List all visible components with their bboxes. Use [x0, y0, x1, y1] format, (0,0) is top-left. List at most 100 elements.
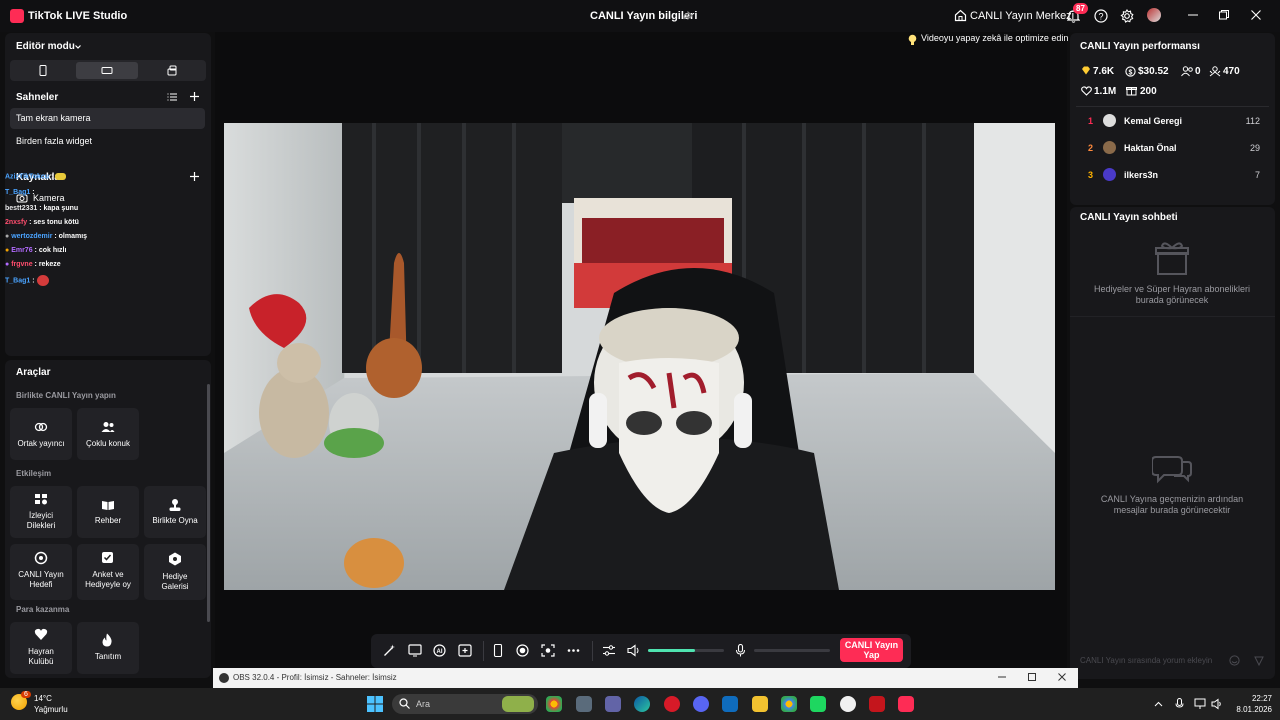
rank-number: 2 — [1088, 143, 1094, 153]
microphone-icon[interactable] — [735, 644, 746, 657]
link-icon — [34, 421, 48, 433]
share-arrow-icon[interactable] — [682, 10, 694, 22]
microphone-icon[interactable] — [1175, 698, 1184, 710]
tile-label: Rehber — [94, 516, 122, 525]
chat-input[interactable]: CANLI Yayın sırasında yorum ekleyin — [1080, 656, 1212, 665]
portrait-mode-button[interactable] — [12, 62, 74, 79]
divider — [592, 641, 593, 661]
tile-label: Kulübü — [28, 657, 54, 666]
help-icon[interactable]: ? — [1094, 9, 1108, 23]
chevron-up-icon[interactable] — [1154, 700, 1163, 709]
avatar[interactable] — [1103, 141, 1116, 154]
chat-overlay-line: AzizTikTokcu : — [5, 173, 67, 180]
chrome-icon[interactable] — [546, 696, 562, 712]
editor-mode-dropdown[interactable]: Editör modu — [16, 41, 75, 52]
opera-icon[interactable] — [664, 696, 680, 712]
sticker-icon — [55, 173, 67, 180]
earnings-stat: $30.52 — [1138, 66, 1169, 77]
gifter-name[interactable]: ilkers3n — [1124, 170, 1158, 180]
dollar-icon: $ — [1125, 66, 1136, 77]
temperature[interactable]: 14°C — [34, 694, 52, 703]
scrollbar[interactable] — [207, 384, 210, 622]
ai-optimize-link[interactable]: Videoyu yapay zekâ ile optimize edin — [921, 33, 1068, 43]
tile-label: CANLI Yayın — [18, 570, 64, 579]
more-icon[interactable] — [567, 644, 580, 657]
gifter-name[interactable]: Haktan Önal — [1124, 143, 1177, 153]
app-title: TikTok LIVE Studio — [28, 10, 128, 22]
obs-logo-icon — [219, 673, 229, 683]
camera-preview[interactable] — [224, 123, 1055, 590]
section-interaction: Etkileşim — [16, 469, 52, 478]
send-icon[interactable] — [1254, 656, 1264, 666]
cohost-tile[interactable] — [10, 408, 72, 460]
promote-tile[interactable] — [77, 622, 139, 674]
go-live-button[interactable]: CANLI Yayın Yap — [840, 638, 903, 662]
windows-start-icon[interactable] — [367, 696, 383, 712]
guide-tile[interactable] — [77, 486, 139, 538]
tile-label: Tanıtım — [94, 652, 122, 661]
mixer-icon[interactable] — [602, 644, 616, 657]
close-icon[interactable] — [1057, 672, 1067, 682]
clock-date[interactable]: 8.01.2026 — [1226, 705, 1272, 714]
scene-item-multi-widget[interactable]: Birden fazla widget — [16, 136, 92, 146]
add-scene-icon[interactable] — [189, 91, 200, 102]
close-icon[interactable] — [1250, 9, 1262, 21]
weather-condition[interactable]: Yağmurlu — [34, 705, 68, 714]
tile-label: Galerisi — [161, 582, 189, 591]
flame-icon — [101, 633, 113, 647]
avatar[interactable] — [1103, 168, 1116, 181]
source-item-camera[interactable]: Kamera — [33, 193, 65, 203]
volume-icon[interactable] — [627, 644, 641, 657]
youtube-icon[interactable] — [869, 696, 885, 712]
add-source-icon[interactable] — [189, 171, 200, 182]
emoji-icon[interactable] — [1229, 655, 1240, 666]
live-center-button[interactable]: CANLI Yayın Merkezi — [970, 10, 1074, 22]
network-icon[interactable] — [1194, 698, 1206, 710]
lightbulb-icon[interactable] — [908, 34, 917, 46]
chat-overlay-line: ● Emr76 : cok hızlı — [5, 247, 67, 254]
list-icon[interactable] — [167, 92, 178, 102]
landscape-mode-button[interactable] — [76, 62, 138, 79]
obs-icon[interactable] — [840, 696, 856, 712]
speaker-icon[interactable] — [1211, 698, 1223, 710]
home-icon[interactable] — [954, 9, 967, 22]
play-together-tile[interactable] — [144, 486, 206, 538]
maximize-icon[interactable] — [1027, 672, 1037, 682]
mail-icon[interactable] — [722, 696, 738, 712]
chrome-icon[interactable] — [781, 696, 797, 712]
gifter-value: 7 — [1254, 170, 1260, 180]
magic-wand-icon[interactable] — [383, 644, 396, 657]
edge-icon[interactable] — [634, 696, 650, 712]
folder-icon[interactable] — [752, 696, 768, 712]
microphone-slider[interactable] — [754, 649, 830, 652]
gift-empty-text: Hediyeler ve Süper Hayran abonelikleri b… — [1093, 284, 1251, 305]
maximize-icon[interactable] — [1218, 9, 1230, 21]
app-icon[interactable] — [810, 696, 826, 712]
minimize-icon[interactable] — [997, 672, 1007, 682]
heart-badge-icon — [34, 628, 48, 641]
add-media-icon[interactable] — [458, 644, 472, 657]
gifter-name[interactable]: Kemal Geregi — [1124, 116, 1182, 126]
ai-icon[interactable]: AI — [433, 644, 446, 657]
gift-icon — [1126, 85, 1137, 96]
multi-guest-tile[interactable] — [77, 408, 139, 460]
discord-icon[interactable] — [693, 696, 709, 712]
clock-time[interactable]: 22:27 — [1234, 694, 1272, 703]
teams-icon[interactable] — [605, 696, 621, 712]
screen-share-icon[interactable] — [408, 644, 422, 657]
phone-icon[interactable] — [493, 644, 503, 657]
chat-overlay-line: ● frgvne : rekeze — [5, 261, 61, 268]
tiktok-icon[interactable] — [898, 696, 914, 712]
heart-icon — [1081, 86, 1092, 96]
dual-mode-button[interactable] — [141, 62, 203, 79]
record-icon[interactable] — [516, 644, 529, 657]
avatar[interactable] — [1103, 114, 1116, 127]
capture-icon[interactable] — [541, 644, 555, 657]
avatar[interactable] — [1147, 8, 1161, 22]
file-explorer-window-icon[interactable] — [576, 696, 592, 712]
book-icon — [101, 499, 115, 511]
minimize-icon[interactable] — [1187, 9, 1199, 21]
divider — [483, 641, 484, 661]
gear-icon[interactable] — [1120, 9, 1134, 23]
chevron-down-icon[interactable] — [74, 43, 82, 51]
